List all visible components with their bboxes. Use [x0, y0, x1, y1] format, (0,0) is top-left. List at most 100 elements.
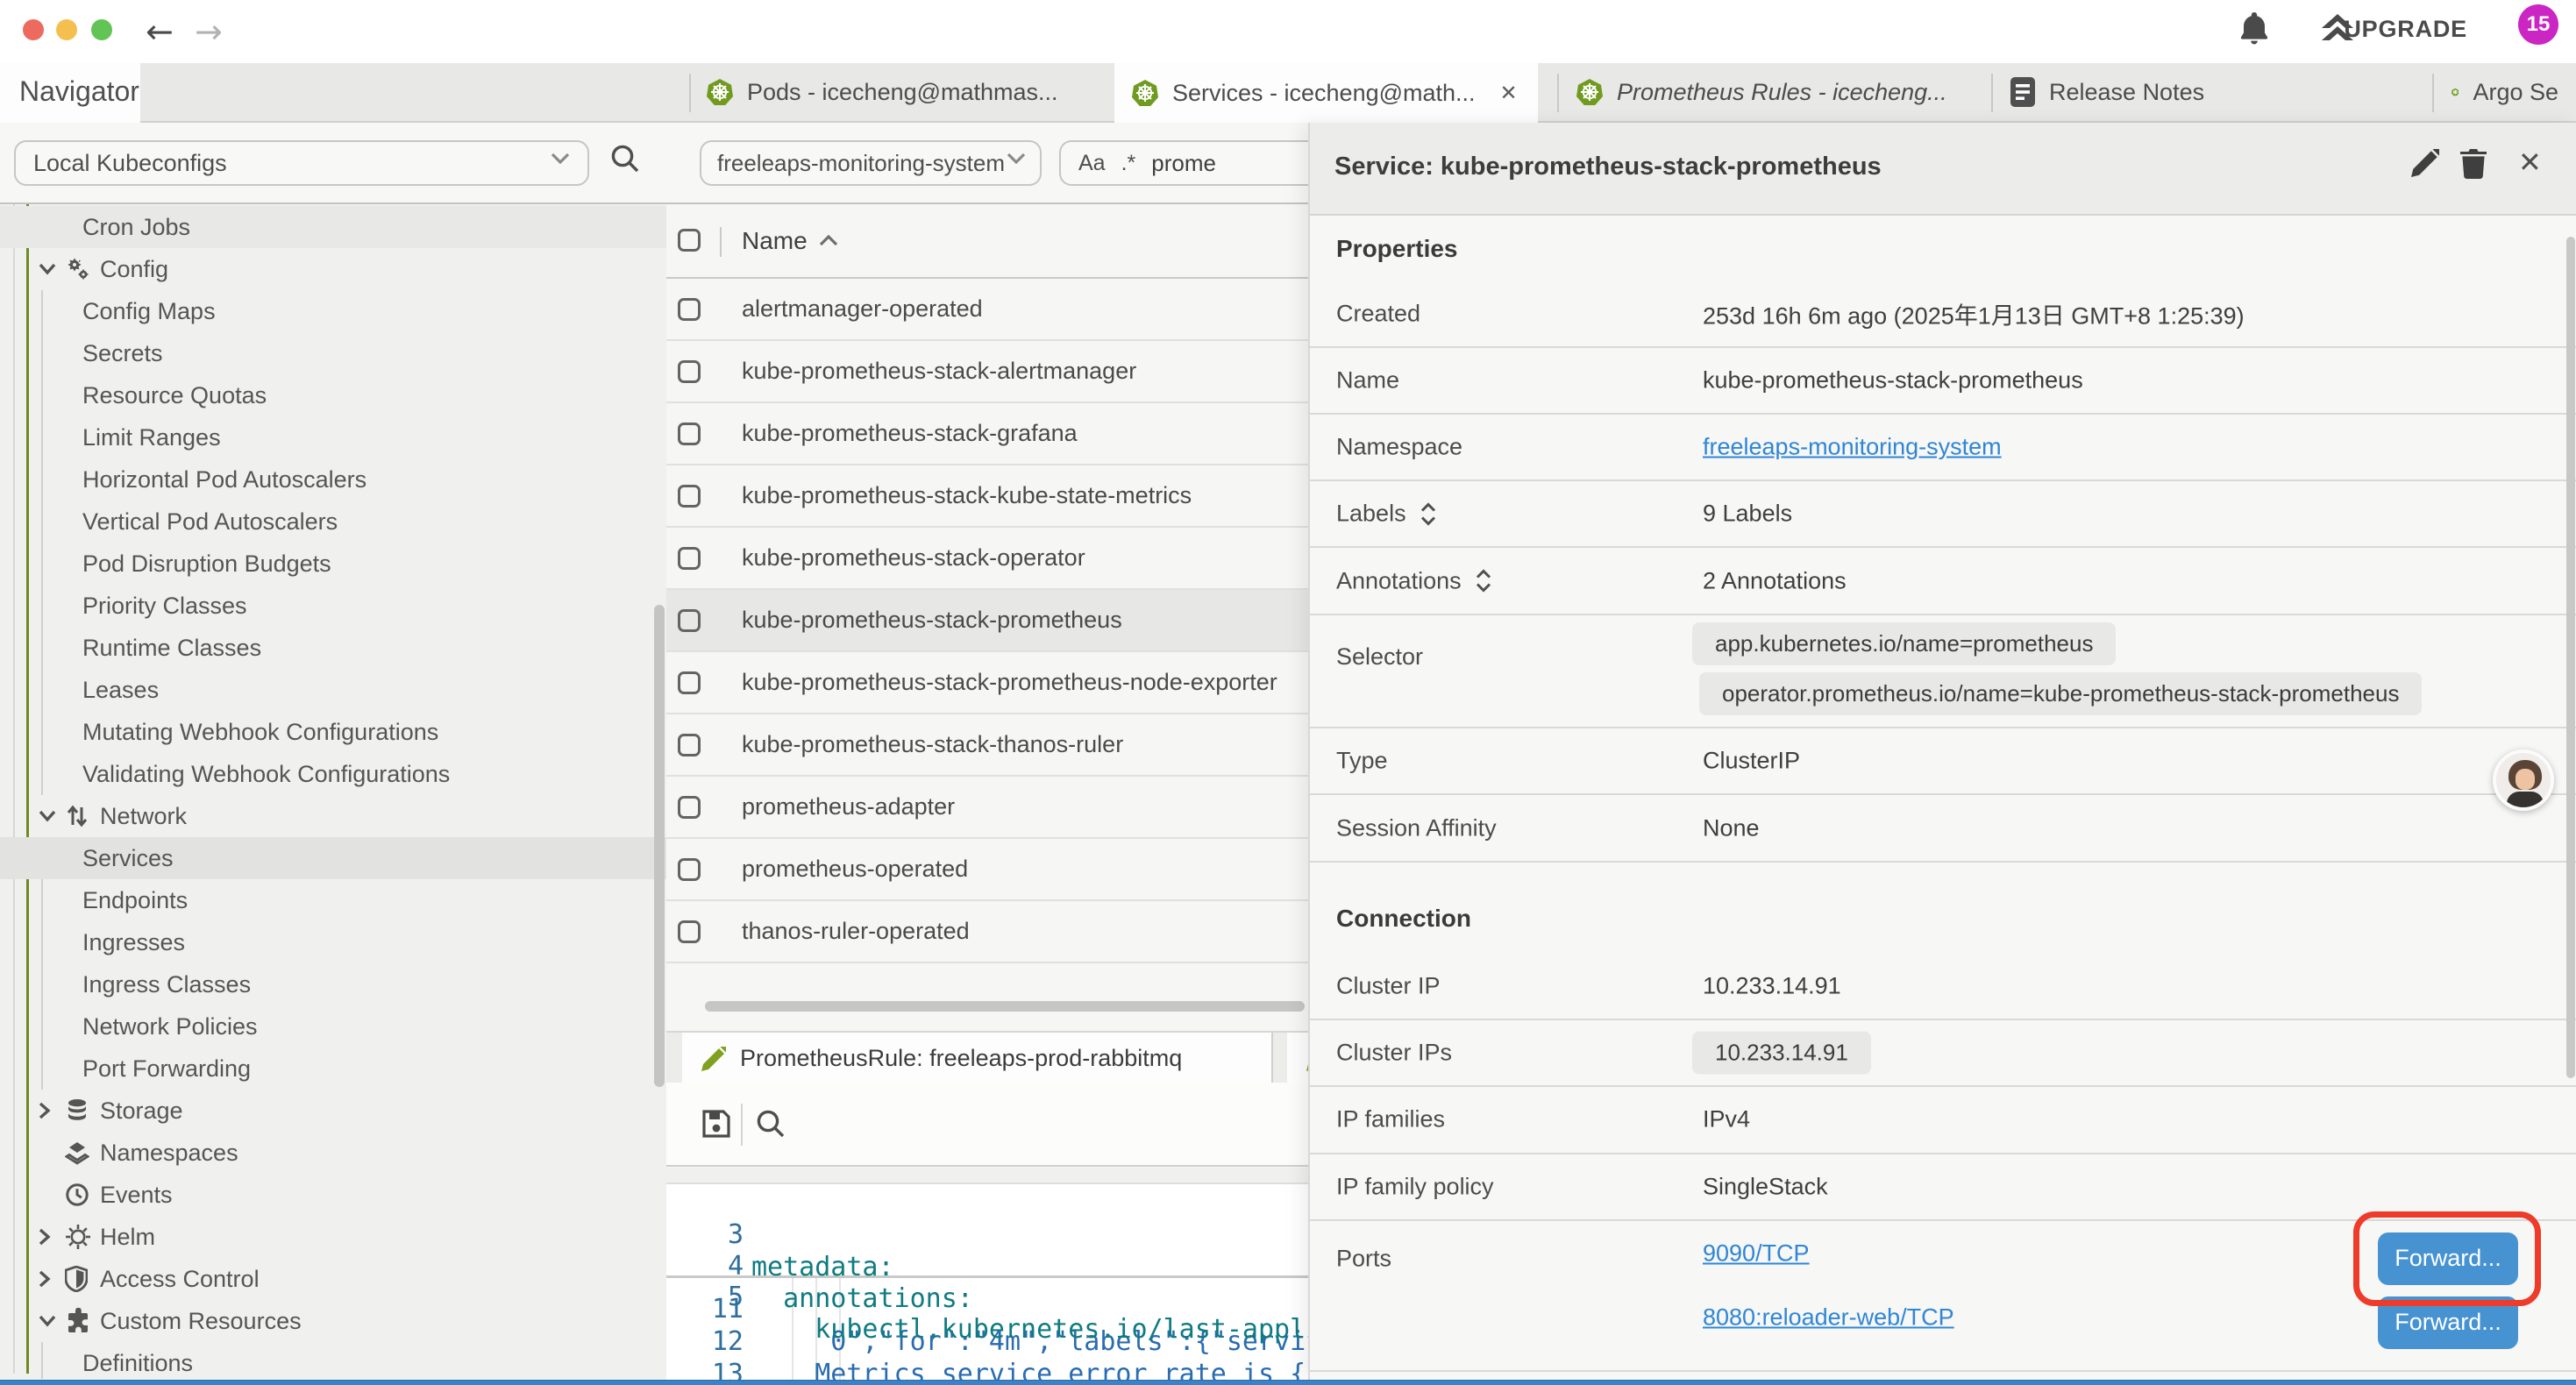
minimize-window-button[interactable]: [56, 19, 77, 40]
sidebar-item-runtime-classes[interactable]: Runtime Classes: [0, 627, 666, 669]
code-line-4: 4 annotations:: [666, 1218, 1308, 1251]
editor-search-icon[interactable]: [756, 1109, 786, 1139]
tab-argo[interactable]: Argo Se: [2434, 63, 2576, 121]
sidebar-item-events[interactable]: Events: [0, 1174, 666, 1216]
column-header-name[interactable]: Name: [742, 227, 808, 255]
sidebar-item-leases[interactable]: Leases: [0, 669, 666, 711]
table-row[interactable]: kube-prometheus-stack-kube-state-metrics: [666, 465, 1308, 528]
row-checkbox[interactable]: [678, 609, 701, 632]
tab-services[interactable]: Services - icecheng@math... ✕: [1114, 63, 1538, 123]
sidebar-item-priority-classes[interactable]: Priority Classes: [0, 585, 666, 627]
table-row[interactable]: alertmanager-operated: [666, 279, 1308, 341]
row-checkbox[interactable]: [678, 485, 701, 508]
port-9090-link[interactable]: 9090/TCP: [1703, 1239, 1810, 1267]
zoom-window-button[interactable]: [91, 19, 112, 40]
editor-tab-next[interactable]: [1287, 1033, 1308, 1084]
panel-splitter[interactable]: [666, 1168, 1308, 1184]
sidebar-item-definitions[interactable]: Definitions: [0, 1342, 666, 1379]
sidebar-item-mutating-webhook-configurations[interactable]: Mutating Webhook Configurations: [0, 711, 666, 753]
chevron-right-icon: [39, 1102, 65, 1119]
notifications-bell-icon[interactable]: [2239, 12, 2269, 46]
sidebar-item-endpoints[interactable]: Endpoints: [0, 879, 666, 921]
sidebar-item-vertical-pod-autoscalers[interactable]: Vertical Pod Autoscalers: [0, 501, 666, 543]
tab-navigator[interactable]: Navigator: [0, 63, 140, 123]
sidebar-item-network[interactable]: Network: [0, 795, 666, 837]
sidebar-item-pod-disruption-budgets[interactable]: Pod Disruption Budgets: [0, 543, 666, 585]
tab-prometheus-rules[interactable]: Prometheus Rules - icecheng...: [1559, 63, 1990, 121]
sidebar-item-secrets[interactable]: Secrets: [0, 332, 666, 374]
forward-arrow-icon[interactable]: →: [195, 7, 223, 56]
close-icon[interactable]: ✕: [2518, 146, 2542, 179]
row-namespace: Namespace freeleaps-monitoring-system: [1310, 415, 2576, 482]
sidebar-item-storage[interactable]: Storage: [0, 1090, 666, 1132]
table-row[interactable]: prometheus-adapter: [666, 777, 1308, 839]
regex-toggle[interactable]: .*: [1121, 151, 1136, 176]
row-checkbox[interactable]: [678, 858, 701, 881]
main-tab-strip: Navigator Pods - icecheng@mathmas... Ser…: [0, 63, 2576, 123]
sidebar-item-custom-resources[interactable]: Custom Resources: [0, 1300, 666, 1342]
table-row[interactable]: kube-prometheus-stack-grafana: [666, 403, 1308, 465]
annotation-highlight-box: [2353, 1211, 2541, 1306]
namespace-select[interactable]: freeleaps-monitoring-system: [700, 140, 1042, 186]
tab-pods[interactable]: Pods - icecheng@mathmas...: [689, 63, 1114, 121]
save-icon[interactable]: [701, 1109, 731, 1139]
yaml-editor[interactable]: 11 0","for":"4m","labels":{"service":" 1…: [666, 1184, 1308, 1380]
upgrade-label[interactable]: UPGRADE: [2344, 16, 2467, 43]
port-8080-link[interactable]: 8080:reloader-web/TCP: [1703, 1303, 1954, 1331]
table-row[interactable]: kube-prometheus-stack-operator: [666, 528, 1308, 590]
drawer-scrollbar[interactable]: [2566, 237, 2575, 1078]
row-checkbox[interactable]: [678, 920, 701, 943]
navigator-search-icon[interactable]: [610, 144, 640, 174]
sidebar-item-config[interactable]: Config: [0, 248, 666, 290]
select-all-checkbox[interactable]: [678, 229, 701, 252]
sort-ascending-icon[interactable]: [819, 234, 838, 246]
sidebar-item-namespaces[interactable]: Namespaces: [0, 1132, 666, 1174]
table-row[interactable]: prometheus-operated: [666, 839, 1308, 901]
chevron-down-icon: [1007, 153, 1026, 165]
close-window-button[interactable]: [23, 19, 44, 40]
match-case-toggle[interactable]: Aa: [1078, 151, 1106, 176]
row-checkbox[interactable]: [678, 360, 701, 383]
table-row[interactable]: kube-prometheus-stack-prometheus-node-ex…: [666, 652, 1308, 714]
kubeconfig-select[interactable]: Local Kubeconfigs: [14, 140, 589, 186]
row-checkbox[interactable]: [678, 298, 701, 321]
table-row-selected[interactable]: kube-prometheus-stack-prometheus: [666, 590, 1308, 652]
tab-release-notes[interactable]: Release Notes: [1993, 63, 2431, 121]
sidebar-item-access-control[interactable]: Access Control: [0, 1258, 666, 1300]
table-row[interactable]: kube-prometheus-stack-thanos-ruler: [666, 714, 1308, 777]
sidebar-item-horizontal-pod-autoscalers[interactable]: Horizontal Pod Autoscalers: [0, 458, 666, 501]
row-checkbox[interactable]: [678, 423, 701, 445]
row-checkbox[interactable]: [678, 671, 701, 694]
tab-label: Argo Se: [2473, 79, 2558, 106]
code-line-5: 5 kubectl.kubernetes.io/last-applied-co: [666, 1249, 1308, 1282]
tab-label: Prometheus Rules - icecheng...: [1617, 79, 1947, 106]
row-checkbox[interactable]: [678, 796, 701, 819]
sidebar-item-cron-jobs[interactable]: Cron Jobs: [0, 206, 666, 248]
sidebar-item-resource-quotas[interactable]: Resource Quotas: [0, 374, 666, 416]
back-arrow-icon[interactable]: ←: [146, 7, 174, 56]
presenter-avatar[interactable]: [2493, 749, 2554, 811]
sidebar-item-ingresses[interactable]: Ingresses: [0, 921, 666, 963]
row-type: Type ClusterIP: [1310, 728, 2576, 795]
sidebar-item-port-forwarding[interactable]: Port Forwarding: [0, 1048, 666, 1090]
sidebar-item-services[interactable]: Services: [0, 837, 666, 879]
namespace-link[interactable]: freeleaps-monitoring-system: [1703, 433, 2002, 459]
trash-icon[interactable]: [2460, 149, 2487, 179]
sidebar-item-validating-webhook-configurations[interactable]: Validating Webhook Configurations: [0, 753, 666, 795]
navigator-scrollbar[interactable]: [654, 605, 665, 1087]
sidebar-item-ingress-classes[interactable]: Ingress Classes: [0, 963, 666, 1005]
resource-search-input[interactable]: Aa .* prome: [1059, 140, 1308, 186]
table-row[interactable]: thanos-ruler-operated: [666, 901, 1308, 963]
editor-tab-prometheusrule[interactable]: PrometheusRule: freeleaps-prod-rabbitmq: [682, 1033, 1273, 1084]
notification-count-badge[interactable]: 15: [2518, 4, 2558, 45]
close-tab-icon[interactable]: ✕: [1500, 81, 1518, 106]
sidebar-item-helm[interactable]: Helm: [0, 1216, 666, 1258]
sidebar-item-config-maps[interactable]: Config Maps: [0, 290, 666, 332]
row-checkbox[interactable]: [678, 547, 701, 570]
table-row[interactable]: kube-prometheus-stack-alertmanager: [666, 341, 1308, 403]
row-checkbox[interactable]: [678, 734, 701, 756]
edit-pencil-icon[interactable]: [2411, 149, 2439, 177]
horizontal-scrollbar[interactable]: [705, 1001, 1305, 1012]
sidebar-item-network-policies[interactable]: Network Policies: [0, 1005, 666, 1048]
sidebar-item-limit-ranges[interactable]: Limit Ranges: [0, 416, 666, 458]
